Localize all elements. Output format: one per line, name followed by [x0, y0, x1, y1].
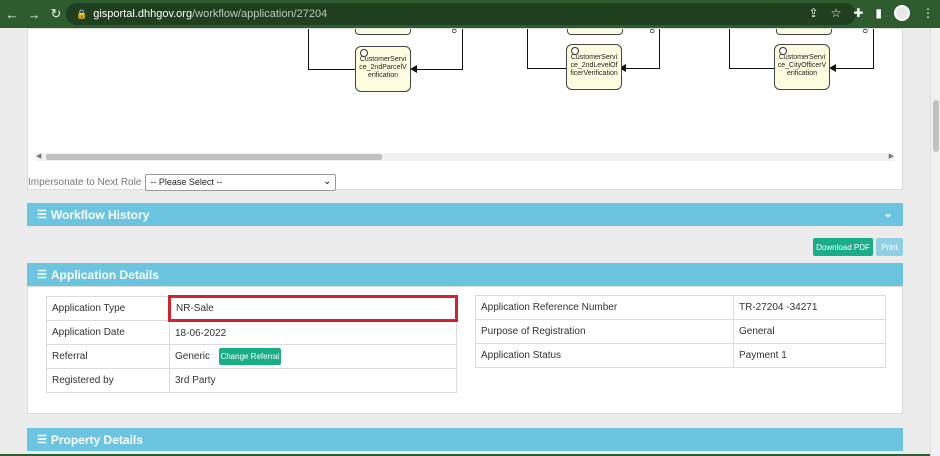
star-icon[interactable]: ☆: [831, 6, 842, 20]
back-arrow-icon[interactable]: ←: [2, 4, 22, 24]
browser-toolbar: ← → ↻ 🔒 gisportal.dhhgov.org /workflow/a…: [0, 0, 940, 28]
edge: [873, 29, 874, 69]
field-label: Application Date: [46, 320, 170, 345]
page-content: No CustomerServi ce_2ndParcelV erificati…: [0, 28, 930, 456]
task-label: CustomerServi ce_2ndParcelV erification: [359, 56, 407, 79]
workflow-diagram: No CustomerServi ce_2ndParcelV erificati…: [28, 29, 904, 153]
scroll-thumb[interactable]: [933, 100, 939, 152]
property-details-title: Property Details: [50, 432, 143, 447]
application-type-value: NR-Sale: [168, 295, 458, 322]
forward-arrow-icon[interactable]: →: [24, 4, 44, 24]
workflow-task[interactable]: CustomerServi ce_2ndParcelV erification: [355, 46, 411, 92]
diagram-horizontal-scrollbar[interactable]: ◀ ▶: [36, 153, 894, 161]
list-icon: ☰: [37, 434, 47, 446]
page-vertical-scrollbar[interactable]: [930, 28, 940, 456]
list-icon: ☰: [37, 209, 47, 221]
edge-arrowhead: [829, 64, 836, 72]
workflow-diagram-card: No CustomerServi ce_2ndParcelV erificati…: [27, 28, 904, 191]
chevron-down-icon[interactable]: ⌄: [883, 206, 893, 220]
edge: [308, 69, 356, 70]
change-referral-button[interactable]: Change Referral: [218, 348, 281, 365]
chevron-down-icon: ⌄: [323, 176, 332, 187]
edge: [462, 29, 463, 70]
edge: [729, 68, 775, 69]
field-label: Application Reference Number: [475, 295, 734, 320]
field-label: Application Status: [475, 343, 734, 368]
extensions-icon[interactable]: ✚: [853, 6, 863, 20]
task-label: CustomerServi ce_2ndLevelOf ficerVerific…: [570, 54, 618, 77]
workflow-history-header[interactable]: ☰ Workflow History ⌄: [27, 203, 903, 226]
task-top-partial: [567, 29, 623, 35]
edge-label: No: [861, 29, 870, 33]
task-top-partial: [355, 29, 411, 35]
application-details-title: Application Details: [50, 267, 159, 282]
application-status-value: Payment 1: [733, 343, 886, 368]
edge: [835, 68, 874, 69]
edge-arrowhead: [410, 65, 417, 73]
user-task-icon: [779, 47, 787, 55]
reload-icon[interactable]: ↻: [46, 4, 66, 24]
url-host: gisportal.dhhgov.org: [93, 8, 193, 20]
user-task-icon: [571, 47, 579, 55]
referral-value-cell: Generic Change Referral: [169, 344, 457, 369]
print-button[interactable]: Print: [876, 238, 903, 256]
download-pdf-button[interactable]: Download PDF: [813, 238, 873, 256]
workflow-history-title: Workflow History: [50, 207, 150, 222]
field-label: Application Type: [46, 296, 170, 321]
referral-value: Generic: [175, 351, 211, 363]
property-details-header[interactable]: ☰ Property Details: [27, 428, 903, 451]
scroll-right-icon[interactable]: ▶: [889, 152, 894, 160]
application-details-card: Application Type NR-Sale Application Dat…: [27, 286, 903, 414]
table-row: Application Status Payment 1: [475, 343, 886, 368]
purpose-value: General: [733, 319, 886, 344]
task-top-partial: [776, 29, 832, 35]
table-row: Application Type NR-Sale: [46, 295, 458, 322]
field-label: Referral: [46, 344, 170, 369]
scroll-left-icon[interactable]: ◀: [36, 152, 41, 160]
url-path: /workflow/application/27204: [192, 8, 328, 20]
application-date-value: 18-06-2022: [169, 320, 457, 345]
sidebar-icon[interactable]: ▮: [875, 6, 882, 20]
reference-number-value: TR-27204 -34271: [733, 295, 886, 320]
application-details-header[interactable]: ☰ Application Details: [27, 263, 903, 286]
edge: [308, 29, 309, 70]
impersonate-role-select[interactable]: -- Please Select -- ⌄: [145, 174, 337, 191]
application-details-right-table: Application Reference Number TR-27204 -3…: [475, 295, 886, 368]
table-row: Application Reference Number TR-27204 -3…: [475, 295, 886, 320]
edge-label: No: [450, 29, 459, 33]
select-value: -- Please Select --: [150, 177, 223, 187]
workflow-task[interactable]: CustomerServi ce_CityOfficerV erificatio…: [774, 44, 830, 90]
list-icon: ☰: [37, 269, 47, 281]
impersonate-row: Impersonate to Next Role -- Please Selec…: [28, 174, 337, 191]
task-label: CustomerServi ce_CityOfficerV erificatio…: [777, 54, 827, 77]
edge-label: No: [648, 29, 657, 33]
table-row: Application Date 18-06-2022: [46, 320, 457, 345]
scroll-thumb[interactable]: [46, 154, 382, 160]
table-row: Purpose of Registration General: [475, 319, 886, 344]
edge: [729, 29, 730, 69]
edge: [527, 68, 567, 69]
more-menu-icon[interactable]: ⋮: [922, 6, 934, 20]
table-row: Referral Generic Change Referral: [46, 344, 457, 369]
registered-by-value: 3rd Party: [169, 368, 457, 393]
workflow-task[interactable]: CustomerServi ce_2ndLevelOf ficerVerific…: [566, 44, 622, 90]
edge: [659, 29, 660, 69]
edge: [416, 69, 463, 70]
table-row: Registered by 3rd Party: [46, 368, 457, 393]
field-label: Registered by: [46, 368, 170, 393]
edge: [625, 68, 660, 69]
share-icon[interactable]: ⇪: [809, 6, 819, 20]
avatar[interactable]: [894, 5, 910, 21]
impersonate-label: Impersonate to Next Role: [28, 177, 142, 188]
application-details-left-table: Application Type NR-Sale Application Dat…: [46, 295, 458, 393]
edge: [527, 29, 528, 69]
lock-icon[interactable]: 🔒: [76, 9, 87, 20]
browser-actions: ⇪ ☆ ✚ ▮ ⋮: [809, 5, 934, 21]
field-label: Purpose of Registration: [475, 319, 734, 344]
address-bar[interactable]: 🔒 gisportal.dhhgov.org /workflow/applica…: [66, 3, 856, 25]
user-task-icon: [360, 49, 368, 57]
